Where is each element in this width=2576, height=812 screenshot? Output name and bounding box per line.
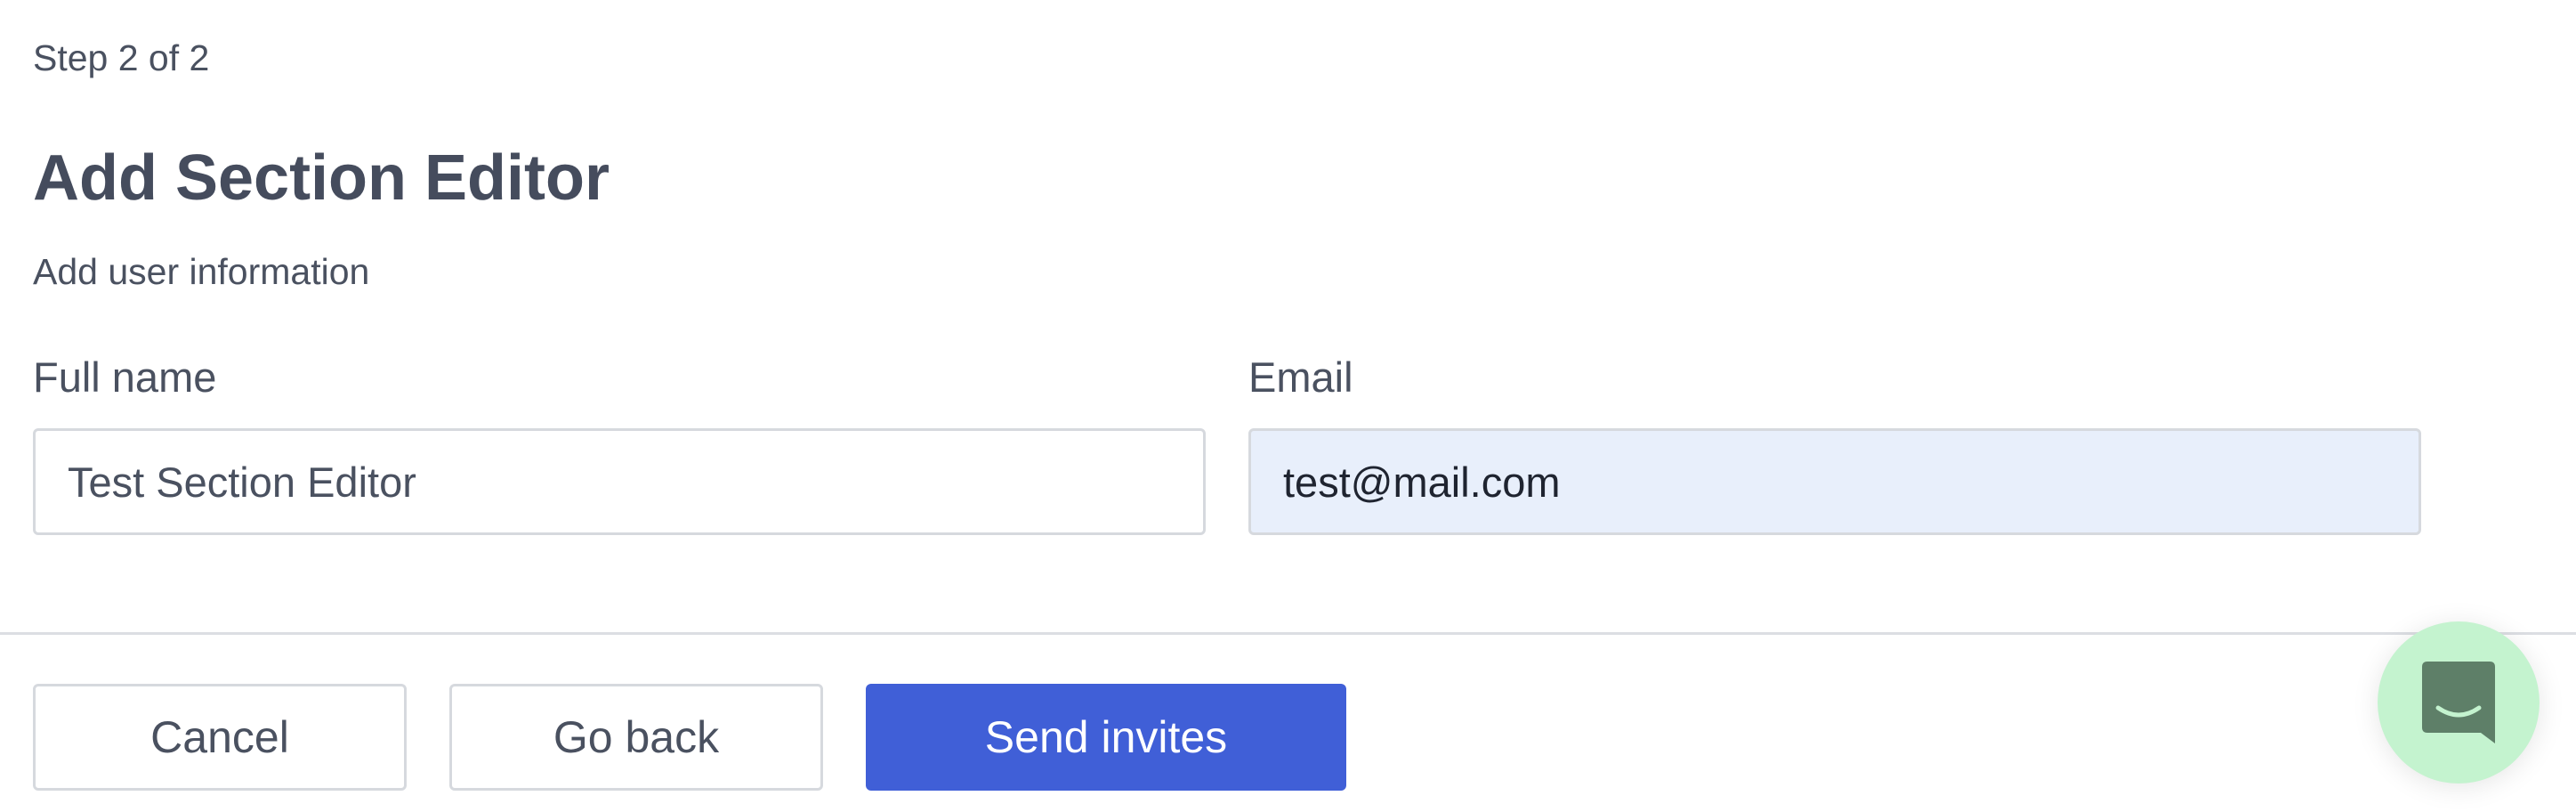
page-title: Add Section Editor bbox=[33, 142, 610, 214]
email-label: Email bbox=[1248, 353, 1353, 401]
step-indicator: Step 2 of 2 bbox=[33, 37, 210, 78]
footer-divider bbox=[0, 632, 2576, 635]
add-section-editor-page: Step 2 of 2 Add Section Editor Add user … bbox=[0, 0, 2576, 812]
chat-bubble-icon bbox=[2422, 662, 2495, 743]
full-name-input[interactable] bbox=[33, 428, 1206, 535]
send-invites-button[interactable]: Send invites bbox=[866, 684, 1346, 791]
email-input[interactable] bbox=[1248, 428, 2421, 535]
full-name-label: Full name bbox=[33, 353, 217, 401]
chat-launcher-button[interactable] bbox=[2378, 621, 2540, 784]
go-back-button[interactable]: Go back bbox=[449, 684, 823, 791]
page-subtitle: Add user information bbox=[33, 251, 370, 292]
cancel-button[interactable]: Cancel bbox=[33, 684, 407, 791]
